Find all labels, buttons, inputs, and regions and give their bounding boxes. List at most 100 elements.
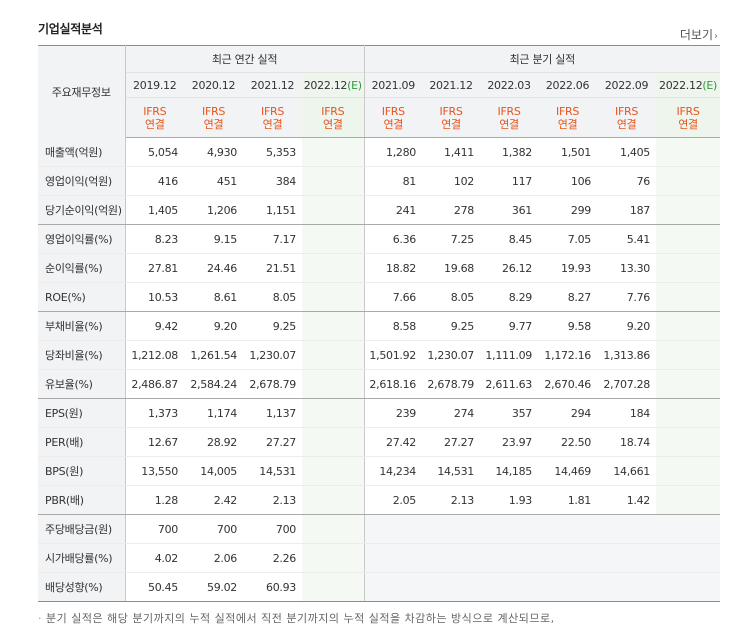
table-cell (302, 572, 365, 602)
table-cell (656, 340, 721, 370)
period-header: 2022.12(E) (302, 72, 365, 98)
table-cell (364, 572, 423, 602)
table-row: 영업이익(억원) 416 451 384 81 102 117 106 76 (38, 166, 721, 196)
table-cell: 1,313.86 (597, 340, 657, 370)
table-cell: 1,501.92 (364, 340, 423, 370)
table-cell (422, 514, 481, 544)
table-cell: 700 (243, 514, 302, 544)
table-cell (422, 543, 481, 573)
ifrs-basis-header: IFRS 연결 (364, 97, 423, 138)
table-cell (302, 195, 365, 225)
table-cell (302, 137, 365, 167)
row-label: 부채비율(%) (38, 311, 126, 341)
table-cell: 7.25 (422, 224, 481, 254)
table-cell (656, 427, 721, 457)
table-cell (656, 166, 721, 196)
estimate-tag: (E) (347, 78, 362, 92)
ifrs-label: IFRS (143, 104, 167, 118)
table-row: 영업이익률(%) 8.23 9.15 7.17 6.36 7.25 8.45 7.05 5.41 (38, 224, 721, 254)
table-cell: 1,261.54 (184, 340, 243, 370)
period-header: 2022.09 (597, 72, 657, 98)
table-cell (656, 311, 721, 341)
table-cell: 187 (597, 195, 657, 225)
table-cell: 14,234 (364, 456, 423, 486)
table-cell (597, 572, 657, 602)
table-cell: 5.41 (597, 224, 657, 254)
row-label: 유보율(%) (38, 369, 126, 399)
estimate-tag: (E) (702, 78, 718, 92)
table-cell: 9.20 (184, 311, 243, 341)
table-cell: 19.93 (538, 253, 598, 283)
table-cell (364, 543, 423, 573)
table-cell: 9.42 (125, 311, 184, 341)
table-cell: 10.53 (125, 282, 184, 312)
consolidated-label: 연결 (499, 117, 519, 131)
period-label: 2021.09 (371, 78, 416, 92)
table-cell: 357 (480, 398, 539, 428)
row-label: ROE(%) (38, 282, 126, 312)
table-cell: 106 (538, 166, 598, 196)
ifrs-label: IFRS (202, 104, 225, 118)
table-cell: 9.20 (597, 311, 657, 341)
table-cell (656, 572, 721, 602)
more-link[interactable]: 더보기› (680, 26, 718, 43)
ifrs-basis-header: IFRS 연결 (422, 97, 481, 138)
table-cell (302, 224, 365, 254)
table-cell: 451 (184, 166, 243, 196)
table-row: 당기순이익(억원) 1,405 1,206 1,151 241 278 361 299 187 (38, 195, 721, 225)
table-cell (538, 514, 598, 544)
period-label: 2022.09 (604, 78, 649, 92)
ifrs-basis-header: IFRS 연결 (302, 97, 365, 138)
table-cell: 1,373 (125, 398, 184, 428)
table-cell: 241 (364, 195, 423, 225)
bullet-icon: · (38, 612, 42, 625)
table-cell: 26.12 (480, 253, 539, 283)
table-cell: 5,353 (243, 137, 302, 167)
table-cell: 22.50 (538, 427, 598, 457)
table-cell (656, 398, 721, 428)
period-label: 2022.12 (659, 78, 703, 92)
table-cell: 1,137 (243, 398, 302, 428)
table-cell: 28.92 (184, 427, 243, 457)
ifrs-basis-header: IFRS 연결 (184, 97, 243, 138)
table-cell: 2.13 (422, 485, 481, 515)
table-cell: 8.61 (184, 282, 243, 312)
row-label: EPS(원) (38, 398, 126, 428)
quarterly-group-header: 최근 분기 실적 (364, 45, 721, 73)
table-cell: 2,486.87 (125, 369, 184, 399)
ifrs-basis-header: IFRS 연결 (656, 97, 721, 138)
table-row: 순이익률(%) 27.81 24.46 21.51 18.82 19.68 26.12 19.… (38, 253, 721, 283)
period-label: 2020.12 (191, 78, 236, 92)
table-cell: 14,531 (243, 456, 302, 486)
period-header: 2022.12(E) (656, 72, 721, 98)
ifrs-label: IFRS (556, 104, 580, 118)
table-cell: 700 (184, 514, 243, 544)
table-cell: 2,670.46 (538, 369, 598, 399)
table-cell (302, 311, 365, 341)
table-cell: 27.42 (364, 427, 423, 457)
period-label: 2021.12 (250, 78, 295, 92)
table-cell (422, 572, 481, 602)
row-label: PER(배) (38, 427, 126, 457)
consolidated-label: 연결 (144, 117, 165, 131)
table-cell: 1,212.08 (125, 340, 184, 370)
table-cell: 102 (422, 166, 481, 196)
table-cell (302, 282, 365, 312)
table-cell (597, 514, 657, 544)
table-cell: 2.06 (184, 543, 243, 573)
consolidated-label: 연결 (203, 117, 224, 131)
table-cell: 1,405 (597, 137, 657, 167)
table-cell: 2.13 (243, 485, 302, 515)
table-row: BPS(원) 13,550 14,005 14,531 14,234 14,531 14,1… (38, 456, 721, 486)
ifrs-basis-header: IFRS 연결 (597, 97, 657, 138)
table-row: 주당배당금(원) 700 700 700 (38, 514, 721, 544)
table-cell: 8.45 (480, 224, 539, 254)
table-row: EPS(원) 1,373 1,174 1,137 239 274 357 294 184 (38, 398, 721, 428)
row-label: 영업이익률(%) (38, 224, 126, 254)
ifrs-basis-header: IFRS 연결 (538, 97, 598, 138)
table-row: 시가배당률(%) 4.02 2.06 2.26 (38, 543, 721, 573)
financial-summary-table: 주요재무정보 최근 연간 실적 최근 분기 실적 2019.12 2020.12 2… (38, 45, 721, 602)
ifrs-label: IFRS (261, 104, 284, 118)
table-cell (656, 195, 721, 225)
table-cell: 1,206 (184, 195, 243, 225)
